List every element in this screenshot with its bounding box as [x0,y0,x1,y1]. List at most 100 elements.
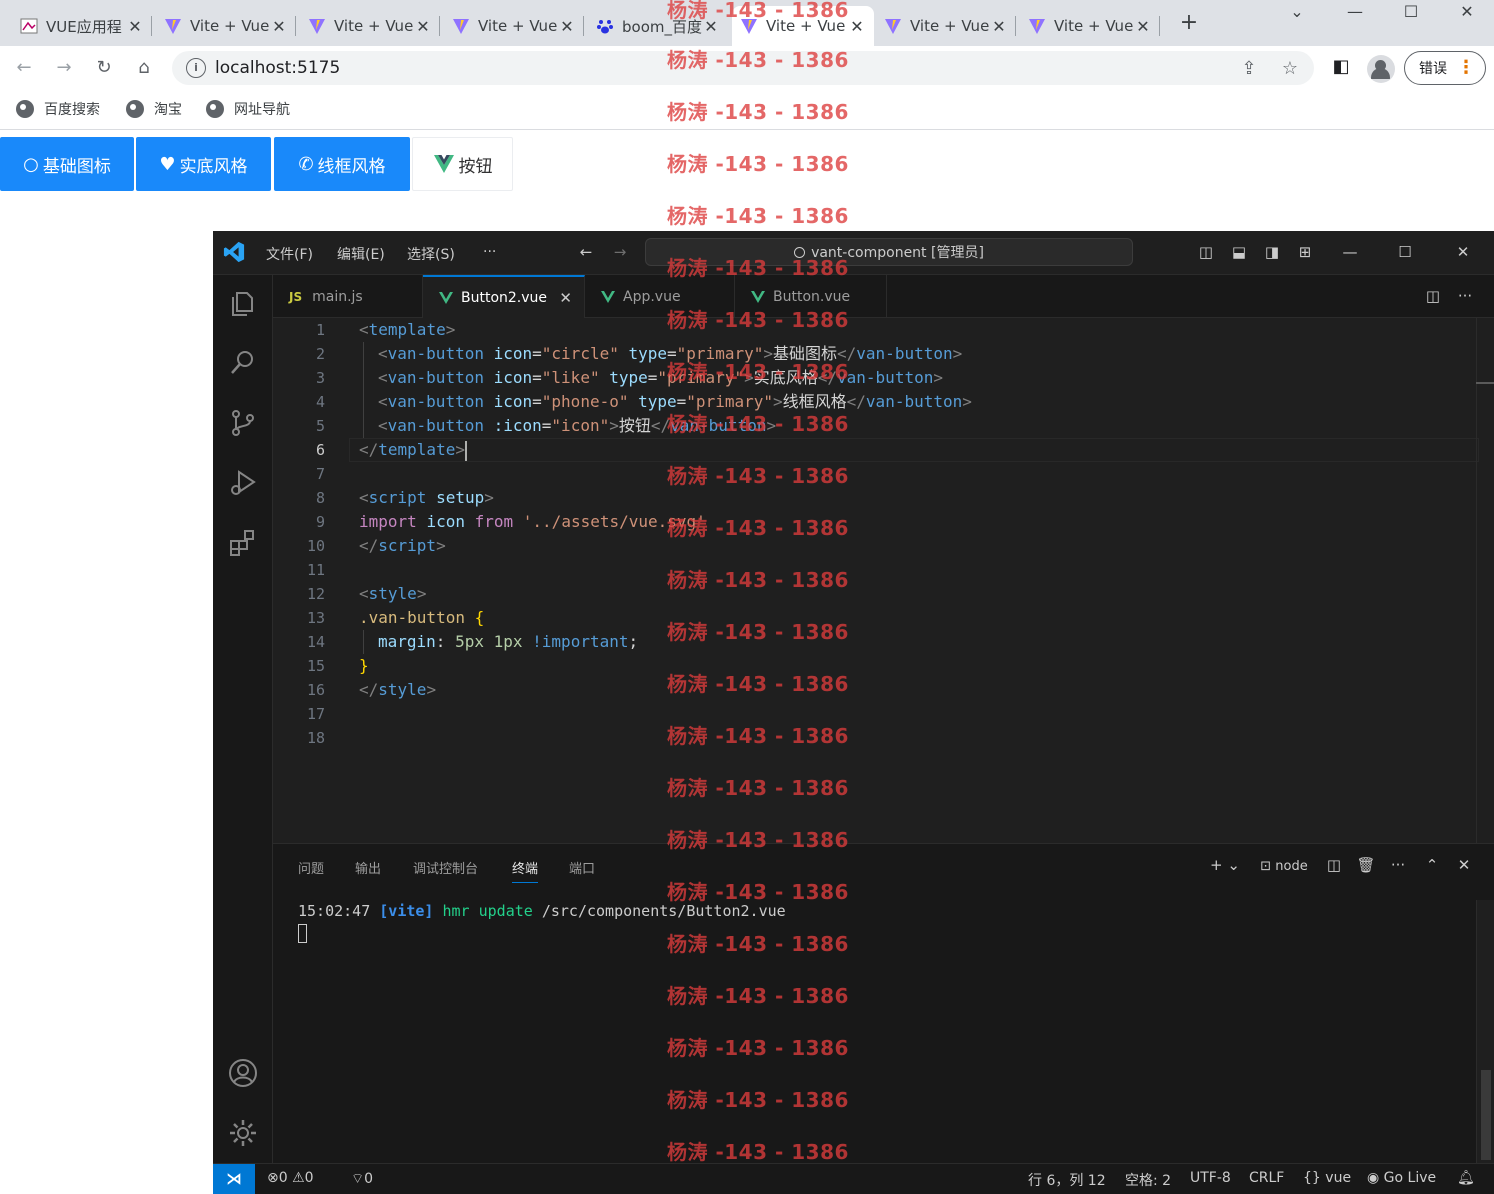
source-control-icon[interactable] [227,407,259,439]
new-terminal-plus-icon[interactable]: + ⌄ [1207,856,1243,878]
home-icon[interactable]: ⌂ [130,54,158,82]
customize-layout-icon[interactable]: ⊞ [1294,243,1316,263]
cursor-position-status[interactable]: 行 6，列 12 [1028,1170,1106,1190]
close-window-icon[interactable]: ✕ [1438,0,1494,28]
browser-tab-2[interactable]: Vite + Vue ✕ [156,6,296,46]
ports-status[interactable]: ⌔0 [351,1170,373,1188]
bookmark-item[interactable]: 淘宝 [126,99,182,119]
minimize-icon[interactable]: — [1326,0,1384,28]
split-terminal-icon[interactable]: ◫ [1323,856,1345,878]
trash-icon[interactable]: 🗑 [1355,856,1377,878]
notifications-bell-icon[interactable]: 🔔︎ [1457,1170,1475,1186]
minimize-icon[interactable]: — [1339,243,1361,263]
menu-file[interactable]: 文件(F) [266,244,313,264]
watermark-text: 杨涛 -143 - 1386 [667,152,849,176]
browser-tab-4[interactable]: Vite + Vue ✕ [444,6,584,46]
side-panel-icon[interactable]: ◧ [1328,54,1354,80]
browser-tab-3[interactable]: Vite + Vue ✕ [300,6,440,46]
close-icon[interactable]: ✕ [848,17,866,36]
tab-button2-vue-active[interactable]: Button2.vue ✕ [423,275,585,318]
van-button-phone[interactable]: ✆ 线框风格 [274,137,410,191]
toggle-secondary-sidebar-icon[interactable]: ◨ [1261,243,1283,263]
panel-tab-debug-console[interactable]: 调试控制台 [413,858,478,877]
encoding-status[interactable]: UTF-8 [1190,1170,1231,1186]
browser-tab-1[interactable]: VUE应用程 ✕ [12,6,152,46]
profile-avatar-icon[interactable] [1367,55,1395,83]
explorer-files-icon[interactable] [227,287,259,319]
close-window-icon[interactable]: ✕ [1452,243,1474,263]
forward-arrow-icon[interactable]: → [50,54,78,82]
close-panel-icon[interactable]: ✕ [1453,856,1475,878]
kebab-menu-icon[interactable]: ⋮ [1457,58,1475,78]
browser-tab-8[interactable]: Vite + Vue ✕ [1020,6,1160,46]
tab-main-js[interactable]: JS main.js [273,275,423,318]
code-editor[interactable]: 1 2 3 4 5 6 7 8 9 10 11 12 13 14 15 16 1… [273,318,1494,843]
search-icon[interactable] [227,347,259,379]
eol-status[interactable]: CRLF [1249,1170,1284,1186]
more-actions-icon[interactable]: ··· [1455,287,1475,307]
terminal-shell-button[interactable]: ⊡ node [1255,856,1313,878]
menu-selection[interactable]: 选择(S) [407,244,455,264]
panel-tab-problems[interactable]: 问题 [298,858,324,877]
share-icon[interactable]: ⇪ [1238,58,1260,80]
reload-icon[interactable]: ↻ [90,54,118,82]
close-icon[interactable]: ✕ [990,17,1008,36]
van-button-like[interactable]: ♥ 实底风格 [136,137,271,191]
accounts-icon[interactable] [227,1057,259,1089]
settings-gear-icon[interactable] [227,1117,259,1149]
terminal-scrollbar[interactable] [1476,900,1494,1164]
bookmark-item[interactable]: 网址导航 [206,99,290,119]
split-editor-icon[interactable]: ◫ [1423,287,1443,307]
problems-status[interactable]: ⊗0 ⚠0 [267,1170,314,1186]
more-actions-icon[interactable]: ··· [1387,856,1409,878]
editor-scrollbar[interactable] [1476,318,1477,843]
bookmark-item[interactable]: 百度搜索 [16,99,100,119]
watermark-text: 杨涛 -143 - 1386 [667,464,849,488]
van-button-circle[interactable]: ○ 基础图标 [0,137,134,191]
menu-edit[interactable]: 编辑(E) [337,244,385,264]
line-number: 15 [306,657,325,675]
nav-forward-icon[interactable]: → [609,243,631,263]
line-number: 11 [306,561,325,579]
close-icon[interactable]: ✕ [1134,17,1152,36]
close-icon[interactable]: ✕ [558,17,576,36]
close-icon[interactable]: ✕ [126,17,144,36]
close-icon[interactable]: ✕ [270,17,288,36]
toggle-panel-icon[interactable]: ⬓ [1228,243,1250,263]
run-debug-icon[interactable] [227,467,259,499]
line-number: 4 [315,393,325,411]
bookmark-star-icon[interactable]: ☆ [1279,58,1301,80]
toggle-sidebar-icon[interactable]: ◫ [1195,243,1217,263]
watermark-text: 杨涛 -143 - 1386 [667,308,849,332]
indentation-status[interactable]: 空格: 2 [1125,1170,1171,1190]
watermark-text: 杨涛 -143 - 1386 [667,776,849,800]
url-text[interactable]: localhost:5175 [215,58,340,78]
close-icon[interactable]: ✕ [414,17,432,36]
new-tab-plus-icon[interactable]: + [1176,10,1202,36]
maximize-panel-chevron-up-icon[interactable]: ⌃ [1421,856,1443,878]
watermark-text: 杨涛 -143 - 1386 [667,204,849,228]
browser-tab-7[interactable]: Vite + Vue ✕ [876,6,1016,46]
language-mode-status[interactable]: {} vue [1303,1170,1351,1186]
site-info-icon[interactable]: i [186,58,206,78]
error-icon: ⊗ [267,1170,279,1186]
remote-indicator-icon[interactable]: ⋊ [213,1164,255,1194]
maximize-icon[interactable]: ☐ [1394,243,1416,263]
back-arrow-icon[interactable]: ← [10,54,38,82]
van-button-custom-icon[interactable]: 按钮 [412,137,513,191]
panel-tab-ports[interactable]: 端口 [569,858,595,877]
extensions-icon[interactable] [227,527,259,559]
profile-error-button[interactable]: 错误 ⋮ [1404,51,1486,85]
go-live-status[interactable]: ◉ Go Live [1367,1170,1436,1186]
panel-tab-terminal[interactable]: 终端 [512,858,539,883]
maximize-icon[interactable]: ☐ [1382,0,1440,28]
watermark-text: 杨涛 -143 - 1386 [667,412,849,436]
nav-back-icon[interactable]: ← [575,243,597,263]
tab-search-chevron-icon[interactable]: ⌄ [1268,0,1326,28]
button-label: 线框风格 [317,156,386,177]
menu-more[interactable]: ··· [483,244,496,260]
close-tab-icon[interactable]: ✕ [559,289,572,307]
baidu-paw-icon [597,20,613,34]
panel-tab-output[interactable]: 输出 [355,858,381,877]
vscode-logo-icon [223,241,245,263]
